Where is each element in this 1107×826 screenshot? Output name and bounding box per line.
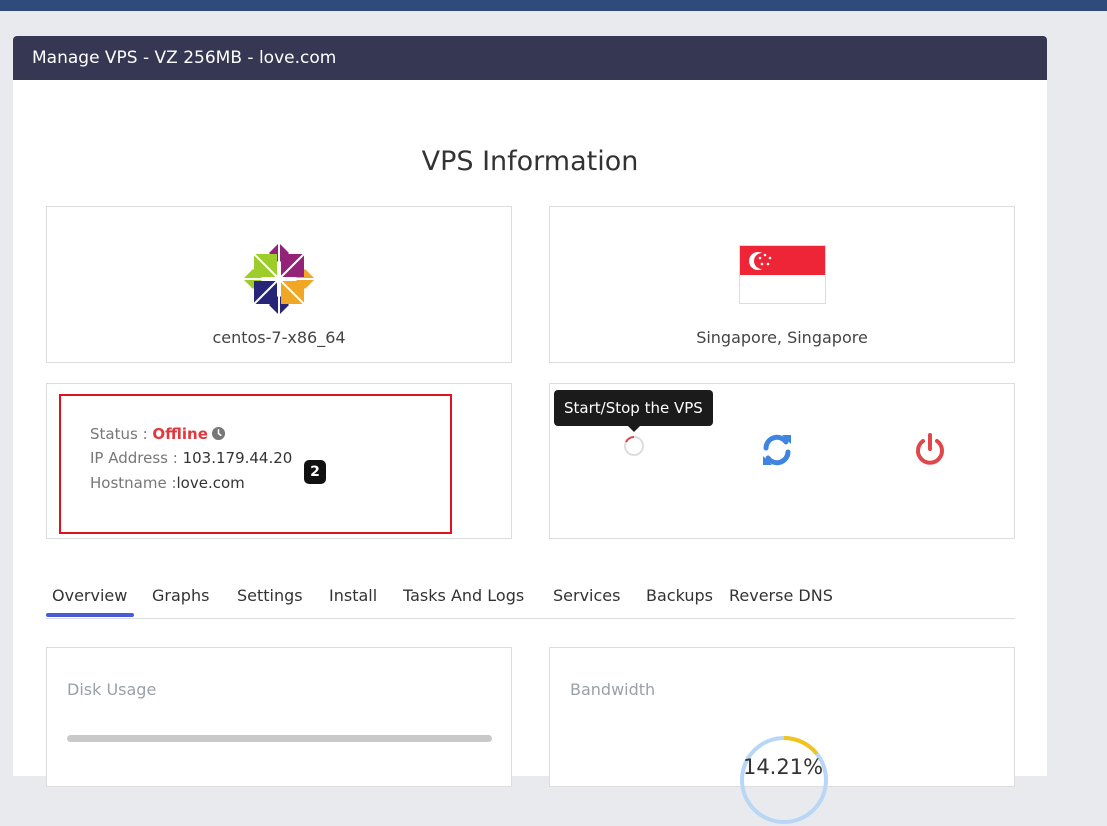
active-tab-indicator <box>46 613 134 617</box>
tab-reverse-dns[interactable]: Reverse DNS <box>729 586 833 605</box>
loading-spinner-icon[interactable] <box>623 435 645 457</box>
disk-usage-card: Disk Usage <box>46 647 512 787</box>
location-label: Singapore, Singapore <box>696 328 868 347</box>
os-label: centos-7-x86_64 <box>212 328 346 347</box>
tab-tasks-and-logs[interactable]: Tasks And Logs <box>403 586 524 605</box>
vps-info-card: Status : Offline IP Address : 103.179.44… <box>46 383 512 539</box>
top-bar <box>0 0 1107 11</box>
centos-logo-icon <box>243 243 315 315</box>
status-line: Status : Offline <box>90 425 226 443</box>
annotation-badge: 2 <box>304 460 326 484</box>
start-stop-tooltip: Start/Stop the VPS <box>554 390 713 432</box>
disk-usage-title: Disk Usage <box>67 680 157 699</box>
tab-install[interactable]: Install <box>329 586 377 605</box>
tab-backups[interactable]: Backups <box>646 586 713 605</box>
disk-usage-bar <box>67 735 492 742</box>
location-card: Singapore, Singapore <box>549 206 1015 363</box>
panel-header: Manage VPS - VZ 256MB - love.com <box>13 36 1047 80</box>
hostname-line: Hostname :love.com <box>90 474 245 492</box>
bandwidth-card: Bandwidth 14.21% <box>549 647 1015 824</box>
ip-value: 103.179.44.20 <box>182 449 293 467</box>
tab-settings[interactable]: Settings <box>237 586 303 605</box>
status-label: Status : <box>90 425 153 443</box>
refresh-icon[interactable] <box>760 432 794 468</box>
section-title: VPS Information <box>421 146 639 177</box>
power-icon[interactable] <box>913 432 947 468</box>
highlight-box: Status : Offline IP Address : 103.179.44… <box>59 394 452 534</box>
hostname-label: Hostname : <box>90 474 177 492</box>
tab-services[interactable]: Services <box>553 586 620 605</box>
tab-bar: Overview Graphs Settings Install Tasks A… <box>46 576 1015 619</box>
hostname-value: love.com <box>176 474 245 492</box>
manage-vps-panel: Manage VPS - VZ 256MB - love.com VPS Inf… <box>13 36 1047 824</box>
status-value: Offline <box>152 425 208 443</box>
tab-overview[interactable]: Overview <box>52 586 127 605</box>
singapore-flag-icon <box>739 245 826 304</box>
bandwidth-gauge <box>740 736 828 824</box>
clock-icon[interactable] <box>211 426 226 441</box>
bandwidth-percent: 14.21% <box>742 755 824 779</box>
ip-label: IP Address : <box>90 449 183 467</box>
tab-graphs[interactable]: Graphs <box>152 586 209 605</box>
ip-line: IP Address : 103.179.44.20 <box>90 449 292 467</box>
vps-actions-card: Start/Stop the VPS <box>549 383 1015 539</box>
os-card: centos-7-x86_64 <box>46 206 512 363</box>
bandwidth-title: Bandwidth <box>570 680 656 699</box>
